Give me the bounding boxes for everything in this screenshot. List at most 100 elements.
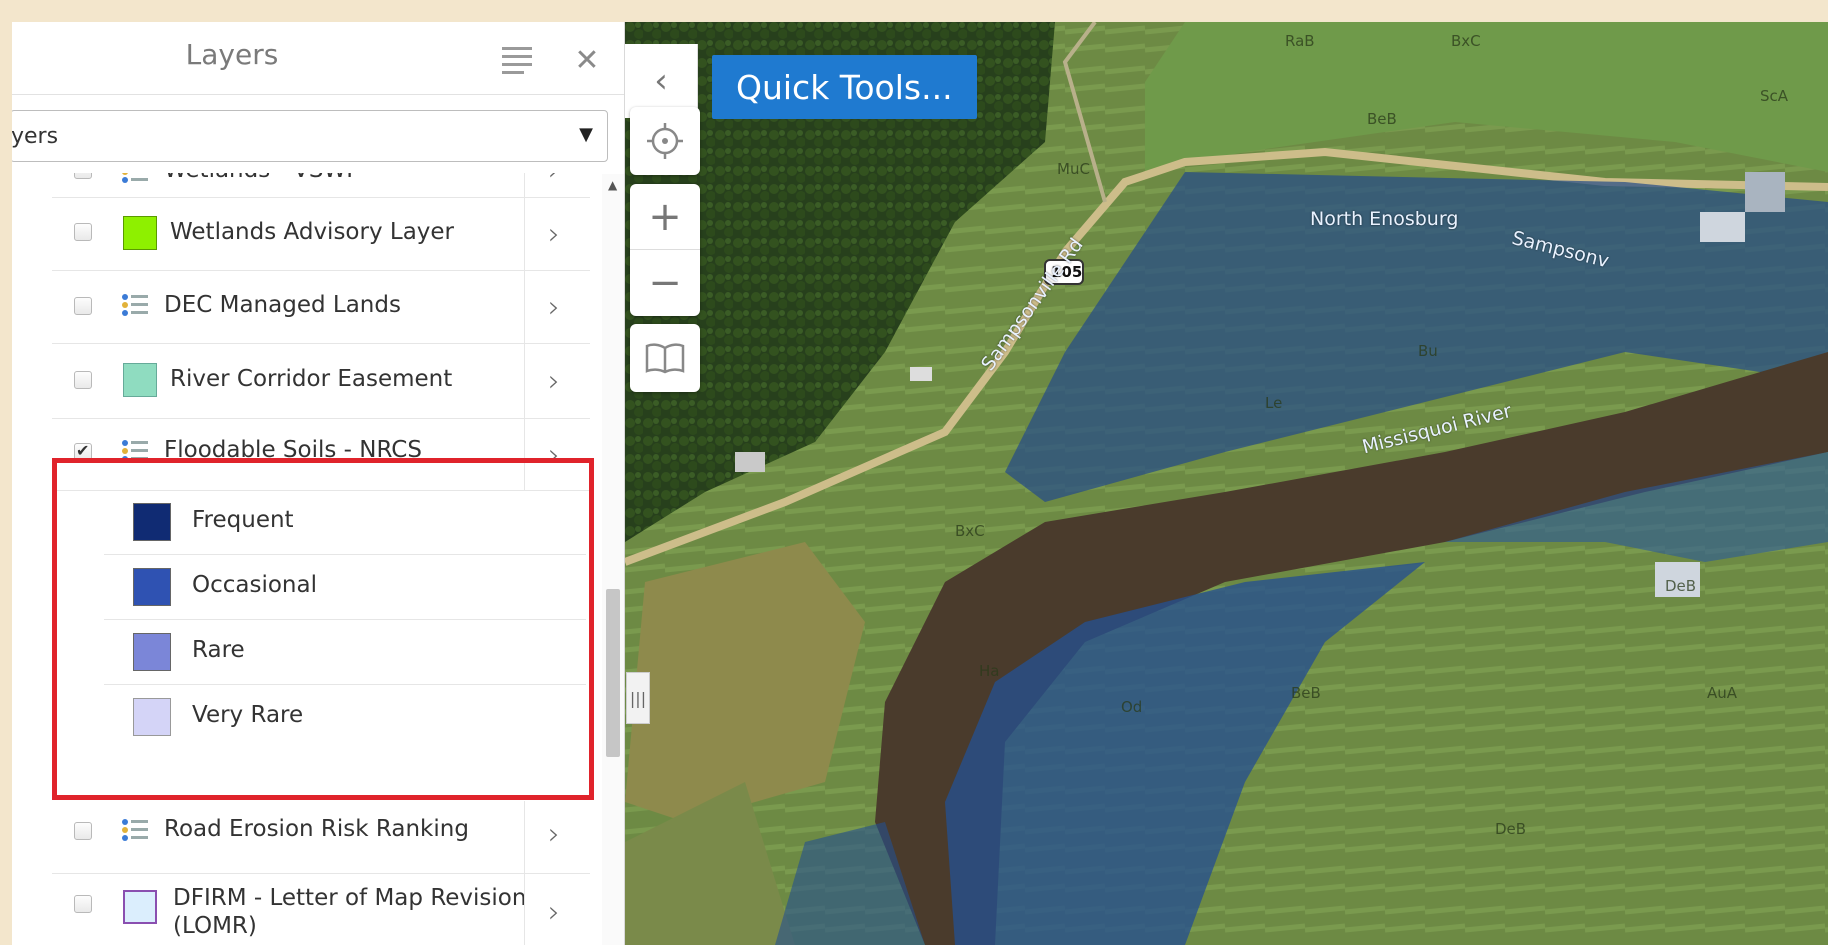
- soil-code-label: Od: [1121, 698, 1143, 716]
- legend-item: Rare: [104, 620, 586, 685]
- zoom-in-button[interactable]: +: [630, 184, 700, 250]
- panel-header: Layers ✕: [12, 22, 624, 95]
- layer-list: Wetlands - VSWI › Wetlands Advisory Laye…: [12, 173, 624, 945]
- layer-row[interactable]: River Corridor Easement ›: [52, 343, 590, 419]
- scrollbar-thumb[interactable]: [606, 589, 620, 757]
- legend-toggle-button[interactable]: [497, 40, 537, 80]
- row-divider: [524, 270, 525, 343]
- layer-swatch: [123, 890, 157, 924]
- layer-checkbox[interactable]: [74, 297, 92, 315]
- soil-code-label: BeB: [1367, 110, 1397, 128]
- layer-label: DEC Managed Lands: [164, 292, 401, 318]
- layer-row[interactable]: Road Erosion Risk Ranking ›: [52, 801, 590, 874]
- layer-checkbox[interactable]: [74, 173, 92, 179]
- layer-label: Wetlands - VSWI: [164, 173, 353, 183]
- legend-label: Rare: [192, 637, 245, 663]
- legend-item: Frequent: [104, 490, 586, 555]
- layer-swatch: [123, 216, 157, 250]
- soil-code-label: BxC: [1451, 32, 1481, 50]
- soil-code-label: Le: [1265, 394, 1283, 412]
- scroll-up-arrow-icon[interactable]: ▲: [608, 178, 617, 192]
- legend-item: Occasional: [104, 555, 586, 620]
- row-divider: [524, 873, 525, 945]
- quick-tools-button[interactable]: Quick Tools...: [712, 55, 977, 119]
- chevron-down-icon: ▼: [579, 124, 593, 145]
- locate-button[interactable]: [630, 107, 700, 175]
- zoom-control: + −: [630, 184, 700, 316]
- row-divider: [524, 343, 525, 418]
- legend-label: Frequent: [192, 507, 294, 533]
- layer-label-line2: (LOMR): [173, 913, 257, 939]
- layer-label: Road Erosion Risk Ranking: [164, 816, 469, 842]
- chevron-right-icon[interactable]: ›: [548, 173, 560, 188]
- layer-label: River Corridor Easement: [170, 366, 453, 392]
- bookmarks-button[interactable]: [630, 324, 700, 392]
- layer-checkbox[interactable]: [74, 895, 92, 913]
- chevron-right-icon[interactable]: ›: [548, 895, 560, 930]
- minus-icon: −: [648, 260, 682, 306]
- layer-group-select-value: yers: [12, 123, 59, 149]
- layer-label: Wetlands Advisory Layer: [170, 219, 455, 245]
- close-icon: ✕: [574, 42, 600, 78]
- layer-group-select[interactable]: yers ▼: [12, 110, 608, 162]
- legend-label: Very Rare: [192, 702, 304, 728]
- row-divider: [524, 197, 525, 270]
- panel-resize-handle[interactable]: |||: [626, 672, 650, 724]
- row-divider: [524, 801, 525, 873]
- soil-code-label: MuC: [1057, 160, 1090, 178]
- zoom-out-button[interactable]: −: [630, 250, 700, 316]
- map-view[interactable]: 105 Sampsonville Rd North Enosburg Samps…: [625, 22, 1828, 945]
- legend-item: Very Rare: [104, 685, 586, 749]
- layer-checkbox[interactable]: [74, 822, 92, 840]
- legend-swatch: [133, 698, 171, 736]
- chevron-right-icon[interactable]: ›: [548, 817, 560, 852]
- legend-list-icon: [122, 294, 148, 316]
- soil-code-label: ScA: [1760, 87, 1789, 105]
- chevron-right-icon[interactable]: ›: [548, 217, 560, 252]
- layer-row[interactable]: Floodable Soils - NRCS ›: [52, 418, 590, 491]
- soil-code-label: DeB: [1665, 577, 1697, 595]
- layer-row[interactable]: DEC Managed Lands ›: [52, 270, 590, 344]
- layer-swatch: [123, 363, 157, 397]
- layer-label: DFIRM - Letter of Map Revision: [173, 885, 527, 911]
- layer-label: Floodable Soils - NRCS: [164, 437, 422, 463]
- open-book-icon: [645, 343, 685, 374]
- soil-code-label: BxC: [955, 522, 985, 540]
- chevron-left-icon: ‹: [654, 61, 668, 101]
- layer-list-scrollbar[interactable]: ▲: [602, 174, 624, 945]
- layer-row[interactable]: DFIRM - Letter of Map Revision (LOMR) ›: [52, 873, 590, 945]
- layer-checkbox[interactable]: [74, 371, 92, 389]
- legend-swatch: [133, 503, 171, 541]
- soil-code-label: Ha: [979, 662, 1000, 680]
- layer-checkbox[interactable]: [74, 223, 92, 241]
- legend-list-icon: [122, 819, 148, 841]
- panel-title: Layers: [185, 38, 279, 71]
- soil-code-label: RaB: [1285, 32, 1315, 50]
- chevron-right-icon[interactable]: ›: [548, 438, 560, 473]
- soil-code-label: AuA: [1707, 684, 1738, 702]
- crosshair-icon: [647, 123, 683, 159]
- legend-swatch: [133, 568, 171, 606]
- app-frame: Layers ✕ yers ▼ Wetlands - VSWI ›: [12, 22, 1828, 945]
- legend-swatch: [133, 633, 171, 671]
- row-divider: [524, 418, 525, 490]
- plus-icon: +: [648, 193, 682, 240]
- legend-list-icon: [122, 440, 148, 462]
- soil-code-label: DeB: [1495, 820, 1527, 838]
- soil-code-label: BeB: [1291, 684, 1321, 702]
- aerial-imagery: [625, 22, 1828, 945]
- legend-label: Occasional: [192, 572, 317, 598]
- layers-panel: Layers ✕ yers ▼ Wetlands - VSWI ›: [12, 22, 625, 945]
- soil-code-label: Bu: [1418, 342, 1438, 360]
- map-label-town: North Enosburg: [1310, 208, 1459, 230]
- layer-row[interactable]: Wetlands Advisory Layer ›: [52, 197, 590, 271]
- list-icon: [502, 46, 532, 74]
- legend-list-icon: [122, 173, 148, 183]
- layer-row[interactable]: Wetlands - VSWI ›: [52, 173, 590, 198]
- grip-icon: |||: [629, 688, 647, 708]
- layer-checkbox[interactable]: [74, 441, 92, 461]
- chevron-right-icon[interactable]: ›: [548, 290, 560, 325]
- row-divider: [524, 173, 525, 197]
- close-panel-button[interactable]: ✕: [567, 40, 607, 80]
- chevron-right-icon[interactable]: ›: [548, 364, 560, 399]
